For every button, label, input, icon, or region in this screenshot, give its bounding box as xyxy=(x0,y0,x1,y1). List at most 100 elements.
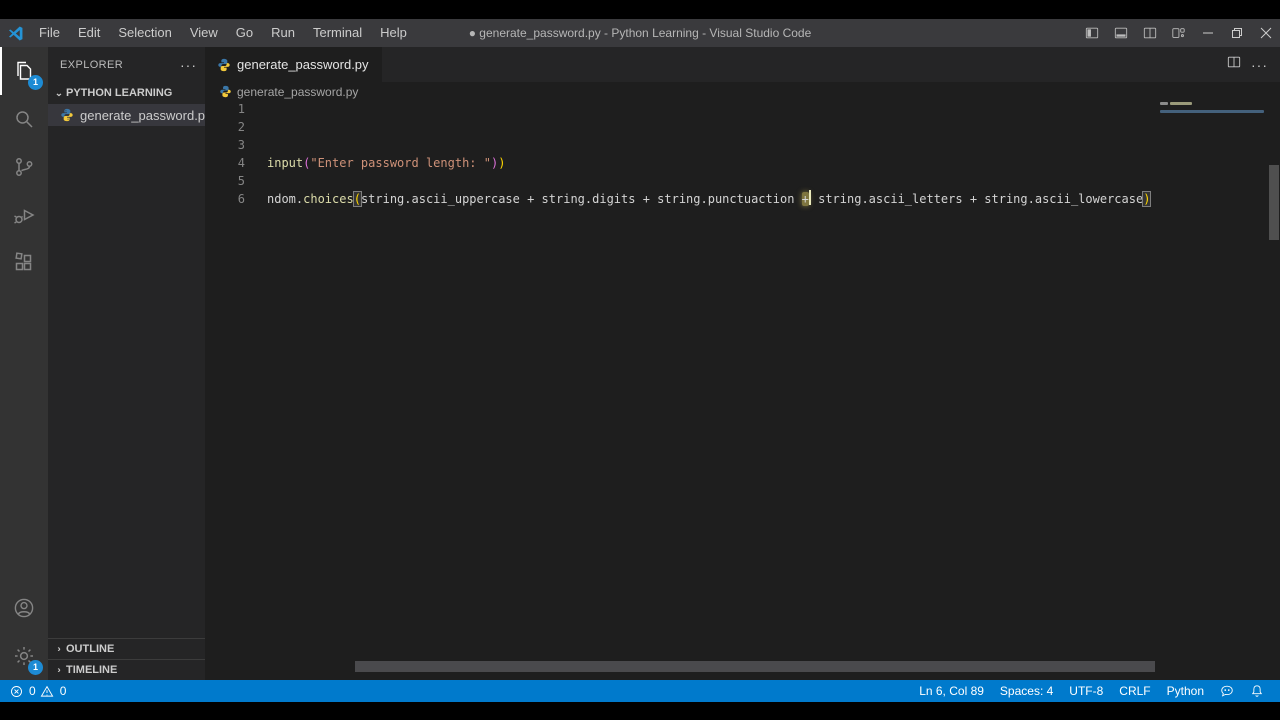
source-control-icon[interactable] xyxy=(0,143,48,191)
customize-layout-icon[interactable] xyxy=(1164,19,1193,47)
outline-label: OUTLINE xyxy=(66,643,115,655)
menu-selection[interactable]: Selection xyxy=(109,19,180,47)
problems-status[interactable]: 0 0 xyxy=(0,684,66,698)
menu-bar: File Edit Selection View Go Run Terminal… xyxy=(30,19,416,47)
workspace-folder-header[interactable]: ⌄ PYTHON LEARNING xyxy=(48,82,205,104)
menu-go[interactable]: Go xyxy=(227,19,262,47)
token-plus-selected: + xyxy=(801,192,809,206)
tab-generate-password[interactable]: generate_password.py xyxy=(205,47,382,82)
settings-gear-icon[interactable]: 1 xyxy=(0,632,48,680)
minimap-line xyxy=(1160,102,1168,105)
file-item-generate-password[interactable]: generate_password.py xyxy=(48,104,212,126)
settings-badge: 1 xyxy=(28,660,43,675)
editor-group: generate_password.py ··· generate_passwo… xyxy=(205,47,1280,680)
accounts-icon[interactable] xyxy=(0,584,48,632)
menu-run[interactable]: Run xyxy=(262,19,304,47)
token-choices: choices xyxy=(303,192,354,206)
file-name: generate_password.py xyxy=(80,107,212,123)
token-input: input xyxy=(267,156,304,170)
token-arguments: string.ascii_uppercase + string.digits +… xyxy=(360,192,802,206)
python-file-icon xyxy=(220,85,231,98)
code-line-3[interactable]: 3 xyxy=(205,136,1280,154)
menu-file[interactable]: File xyxy=(30,19,69,47)
token-arguments: string.ascii_letters + string.ascii_lowe… xyxy=(810,192,1144,206)
token-identifier: ndom. xyxy=(267,192,304,206)
menu-edit[interactable]: Edit xyxy=(69,19,109,47)
vertical-scrollbar-thumb[interactable] xyxy=(1269,165,1279,240)
minimize-button[interactable] xyxy=(1193,19,1222,47)
outline-section[interactable]: › OUTLINE xyxy=(48,638,205,659)
indentation-setting[interactable]: Spaces: 4 xyxy=(992,684,1061,698)
toggle-sidebar-icon[interactable] xyxy=(1077,19,1106,47)
encoding-setting[interactable]: UTF-8 xyxy=(1061,684,1111,698)
code-line-4[interactable]: 4 input("Enter password length: ")) xyxy=(205,154,1280,172)
status-bar-right: Ln 6, Col 89 Spaces: 4 UTF-8 CRLF Python xyxy=(911,684,1280,698)
split-editor-layout-icon[interactable] xyxy=(1135,19,1164,47)
line-number: 2 xyxy=(237,120,245,134)
activity-bar: 1 1 xyxy=(0,47,48,680)
warnings-icon xyxy=(40,685,54,697)
vscode-window: File Edit Selection View Go Run Terminal… xyxy=(0,0,1280,720)
line-number: 3 xyxy=(237,138,245,152)
line-number: 4 xyxy=(237,156,245,170)
code-line-2[interactable]: 2 xyxy=(205,118,1280,136)
minimap-line xyxy=(1160,110,1264,113)
sidebar-title: EXPLORER xyxy=(60,58,124,71)
language-mode[interactable]: Python xyxy=(1159,684,1212,698)
window-controls xyxy=(1077,19,1280,47)
errors-icon xyxy=(11,685,22,697)
menu-help[interactable]: Help xyxy=(371,19,416,47)
close-button[interactable] xyxy=(1251,19,1280,47)
horizontal-scrollbar[interactable] xyxy=(355,661,1280,672)
token-paren-matched: ( xyxy=(352,191,362,207)
horizontal-scrollbar-thumb[interactable] xyxy=(355,661,1155,672)
line-number: 6 xyxy=(237,192,245,206)
activity-bar-bottom: 1 xyxy=(0,584,48,680)
status-bar: 0 0 Ln 6, Col 89 Spaces: 4 UTF-8 CRLF Py… xyxy=(0,680,1280,702)
explorer-badge: 1 xyxy=(28,75,43,90)
token-paren: ) xyxy=(498,156,506,170)
workbench: 1 1 EXPLORER ··· ⌄ PYTHON LEARNING gener… xyxy=(0,47,1280,680)
token-string: "Enter password length: " xyxy=(310,156,491,170)
vscode-logo-icon[interactable] xyxy=(0,25,30,42)
line-number: 1 xyxy=(237,102,245,116)
run-and-debug-icon[interactable] xyxy=(0,191,48,239)
chevron-down-icon: ⌄ xyxy=(54,88,64,98)
chevron-right-icon: › xyxy=(57,665,61,675)
python-file-icon xyxy=(218,58,230,71)
explorer-icon[interactable]: 1 xyxy=(0,47,48,95)
warning-count: 0 xyxy=(59,684,67,698)
minimap-line xyxy=(1170,102,1192,105)
menu-view[interactable]: View xyxy=(181,19,227,47)
more-actions-icon[interactable]: ··· xyxy=(1251,57,1268,73)
sidebar-bottom-panes: › OUTLINE › TIMELINE xyxy=(48,638,205,680)
minimap[interactable] xyxy=(1157,100,1268,220)
breadcrumb[interactable]: generate_password.py xyxy=(205,82,1280,101)
notifications-bell-icon[interactable] xyxy=(1242,684,1272,698)
code-line-6[interactable]: 6 ndom.choices(string.ascii_uppercase + s… xyxy=(205,190,1280,208)
feedback-icon[interactable] xyxy=(1212,684,1242,698)
extensions-icon[interactable] xyxy=(0,239,48,287)
workspace-folder-label: PYTHON LEARNING xyxy=(66,87,173,99)
explorer-sidebar: EXPLORER ··· ⌄ PYTHON LEARNING generate_… xyxy=(48,47,212,680)
title-bar: File Edit Selection View Go Run Terminal… xyxy=(0,19,1280,47)
code-editor[interactable]: 1 2 3 4 input ( "Enter password length: "))… xyxy=(205,100,1280,208)
python-file-icon xyxy=(61,108,73,122)
restore-button[interactable] xyxy=(1222,19,1251,47)
sidebar-header: EXPLORER ··· xyxy=(48,47,205,82)
search-icon[interactable] xyxy=(0,95,48,143)
timeline-section[interactable]: › TIMELINE xyxy=(48,659,205,680)
code-line-5[interactable]: 5 xyxy=(205,172,1280,190)
cursor-position[interactable]: Ln 6, Col 89 xyxy=(911,684,992,698)
vertical-scrollbar[interactable] xyxy=(1268,100,1280,670)
code-line-1[interactable]: 1 xyxy=(205,100,1280,118)
window-title: ● generate_password.py - Python Learning… xyxy=(468,26,812,40)
sidebar-more-actions-icon[interactable]: ··· xyxy=(180,58,197,72)
token-paren-matched: ) xyxy=(1142,191,1152,207)
menu-terminal[interactable]: Terminal xyxy=(304,19,371,47)
toggle-panel-icon[interactable] xyxy=(1106,19,1135,47)
split-editor-icon[interactable] xyxy=(1227,55,1241,74)
eol-setting[interactable]: CRLF xyxy=(1111,684,1158,698)
breadcrumb-file[interactable]: generate_password.py xyxy=(237,85,358,99)
editor-actions: ··· xyxy=(1227,47,1280,82)
